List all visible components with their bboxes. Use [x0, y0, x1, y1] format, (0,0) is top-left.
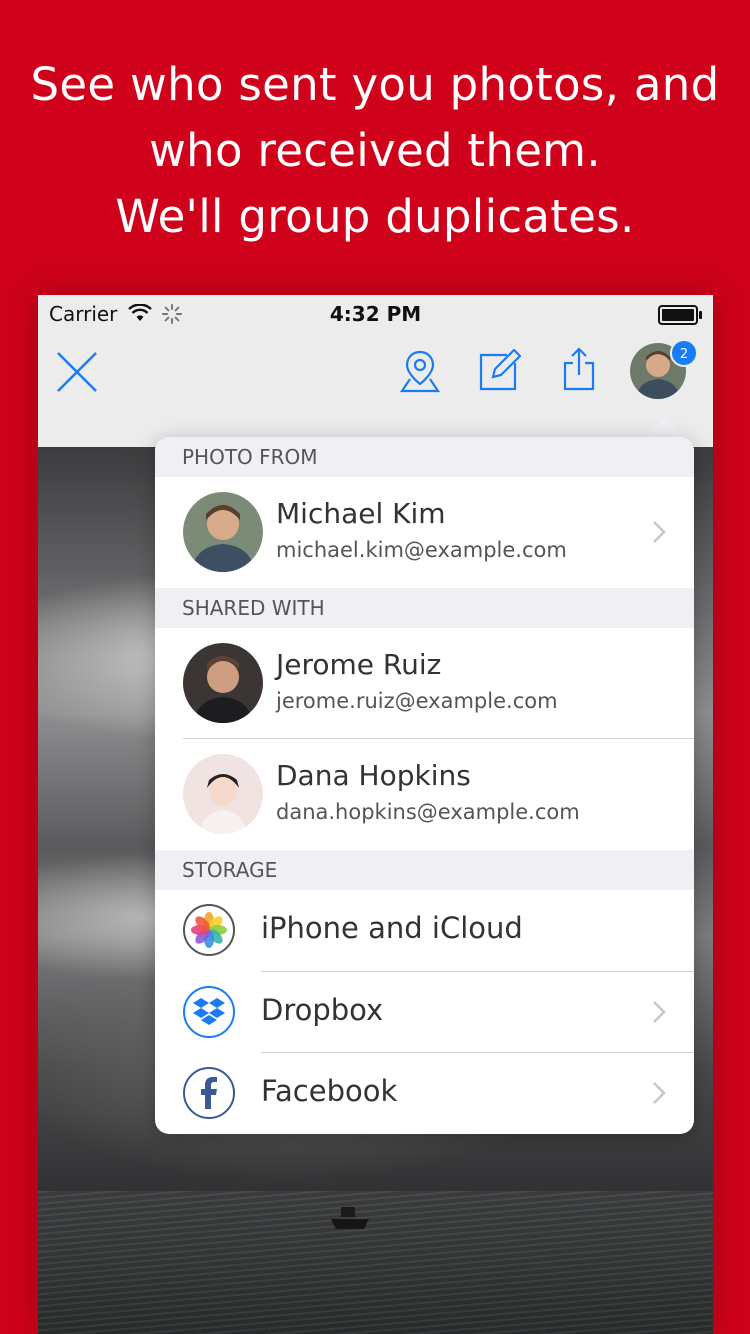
storage-row-iphone-icloud[interactable]: iPhone and iCloud: [155, 890, 694, 971]
shared-person-email: dana.hopkins@example.com: [276, 800, 580, 824]
promo-headline: See who sent you photos, and who receive…: [0, 52, 750, 250]
avatar-photo: [183, 754, 263, 834]
location-pin-icon[interactable]: [400, 349, 440, 393]
sender-row[interactable]: Michael Kim michael.kim@example.com: [155, 477, 694, 588]
share-icon[interactable]: [563, 347, 595, 391]
storage-label: iPhone and iCloud: [261, 911, 523, 945]
popover-arrow: [645, 418, 685, 438]
shared-person-name: Dana Hopkins: [276, 759, 471, 792]
avatar: [183, 754, 263, 834]
storage-row-facebook[interactable]: Facebook: [155, 1053, 694, 1134]
shared-person-row[interactable]: Jerome Ruiz jerome.ruiz@example.com: [155, 628, 694, 738]
storage-label: Dropbox: [261, 993, 384, 1027]
boat-silhouette: [331, 1207, 369, 1229]
avatar-photo: [183, 492, 263, 572]
storage-label: Facebook: [261, 1074, 398, 1108]
battery-icon: [658, 305, 702, 325]
chevron-right-icon: [653, 1001, 666, 1023]
navigation-bar: 2: [38, 335, 713, 447]
chevron-right-icon: [653, 1082, 666, 1104]
shared-person-row[interactable]: Dana Hopkins dana.hopkins@example.com: [155, 739, 694, 850]
sender-email: michael.kim@example.com: [276, 538, 567, 562]
edit-icon[interactable]: [479, 349, 521, 391]
headline-line-3: We'll group duplicates.: [115, 190, 635, 243]
section-header-shared-with: SHARED WITH: [155, 588, 694, 628]
sender-name: Michael Kim: [276, 497, 446, 530]
photo-info-popover: PHOTO FROM Michael Kim michael.kim@examp…: [155, 437, 694, 1134]
shared-person-email: jerome.ruiz@example.com: [276, 689, 558, 713]
status-bar: Carrier 4:32 PM: [38, 295, 713, 335]
dropbox-icon: [183, 986, 235, 1038]
close-icon[interactable]: [56, 351, 98, 393]
section-header-photo-from: PHOTO FROM: [155, 437, 694, 477]
headline-line-2: who received them.: [149, 124, 601, 177]
section-header-storage: STORAGE: [155, 850, 694, 890]
status-time: 4:32 PM: [329, 302, 422, 326]
headline-line-1: See who sent you photos, and: [30, 58, 720, 111]
chevron-right-icon: [653, 521, 666, 543]
shared-person-name: Jerome Ruiz: [276, 648, 442, 681]
avatar: [183, 492, 263, 572]
storage-row-dropbox[interactable]: Dropbox: [155, 972, 694, 1053]
photo-sea: [38, 1191, 713, 1334]
facebook-icon: [183, 1067, 235, 1119]
notification-badge: 2: [670, 339, 698, 367]
avatar: [183, 643, 263, 723]
photos-icon: [183, 904, 235, 956]
avatar-photo: [183, 643, 263, 723]
